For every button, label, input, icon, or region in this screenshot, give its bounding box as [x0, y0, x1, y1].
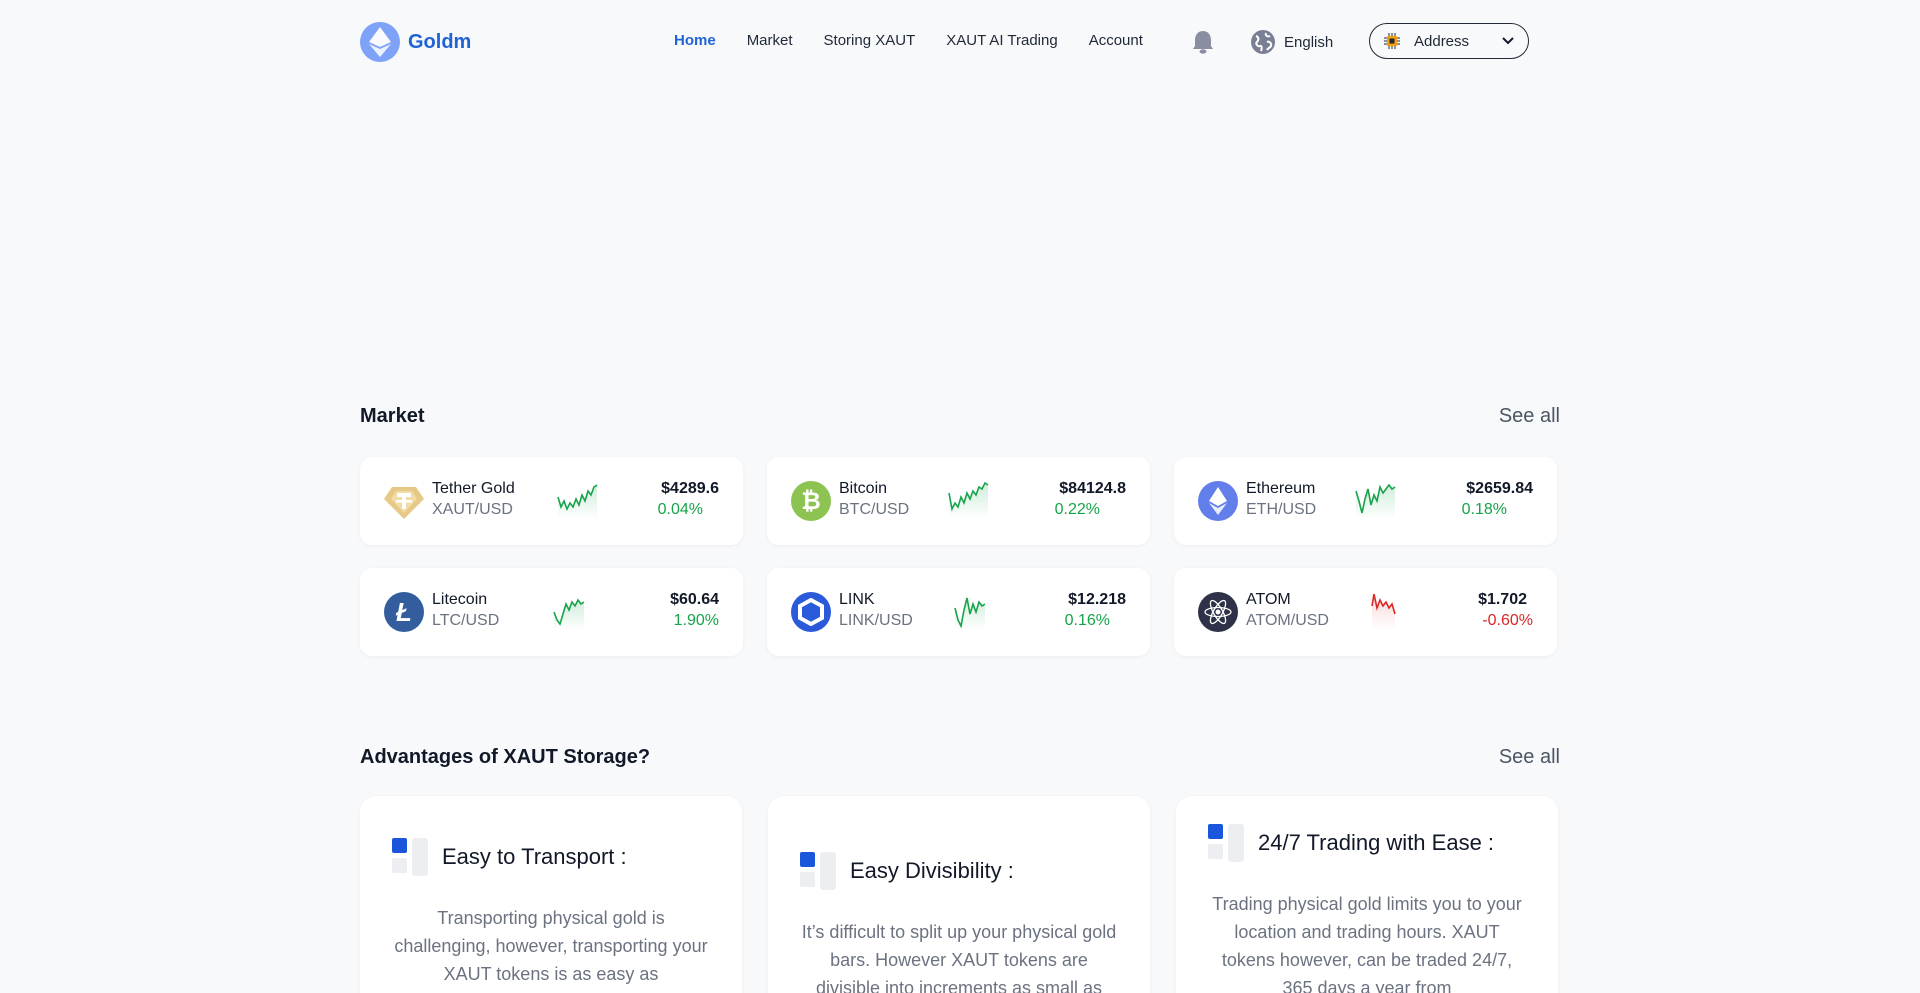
- sparkline-chart: [553, 598, 585, 630]
- ethereum-logo-icon: [360, 22, 400, 62]
- advantages-title: Advantages of XAUT Storage?: [360, 746, 651, 768]
- globe-icon: [1251, 30, 1275, 54]
- blocks-icon: [392, 838, 428, 876]
- market-card-atom[interactable]: ATOM ATOM/USD $1.702 -0.60%: [1174, 568, 1557, 656]
- sparkline-chart: [954, 597, 986, 630]
- advantage-card-trading: 24/7 Trading with Ease : Trading physica…: [1176, 796, 1558, 993]
- coin-name: LINK: [839, 591, 875, 608]
- advantage-description: Transporting physical gold is challengin…: [394, 908, 708, 984]
- bitcoin-icon: ₿: [791, 481, 831, 521]
- coin-price: $1.702: [1478, 591, 1527, 608]
- coin-pair: ETH/USD: [1246, 501, 1317, 518]
- main-nav: Home Market Storing XAUT XAUT AI Trading…: [674, 32, 1143, 49]
- coin-pair: LTC/USD: [432, 612, 500, 629]
- address-label: Address: [1414, 32, 1470, 50]
- advantages-see-all-link[interactable]: See all: [1499, 746, 1560, 769]
- coin-pair: LINK/USD: [839, 612, 913, 629]
- coin-name: Litecoin: [432, 591, 488, 608]
- address-button[interactable]: Address: [1369, 23, 1529, 59]
- advantage-title: Easy to Transport :: [442, 844, 627, 869]
- cosmos-atom-icon: [1198, 592, 1238, 632]
- coin-pair: ATOM/USD: [1246, 612, 1329, 629]
- coin-price: $4289.6: [661, 480, 719, 497]
- coin-name: Bitcoin: [839, 480, 888, 497]
- nav-market[interactable]: Market: [747, 32, 793, 49]
- coin-pair: BTC/USD: [839, 501, 910, 518]
- tether-gold-icon: [384, 481, 424, 521]
- blocks-icon: [1208, 824, 1244, 862]
- litecoin-icon: Ł: [384, 592, 424, 632]
- market-card-eth[interactable]: Ethereum ETH/USD $2659.84 0.18%: [1174, 457, 1557, 545]
- coin-name: Ethereum: [1246, 480, 1316, 497]
- coin-change: 1.90%: [673, 612, 719, 629]
- brand-name: Goldm: [408, 30, 472, 53]
- ethereum-icon: [1198, 481, 1238, 521]
- market-card-ltc[interactable]: Ł Litecoin LTC/USD $60.64 1.90%: [360, 568, 743, 656]
- coin-price: $12.218: [1068, 591, 1126, 608]
- coin-name: Tether Gold: [432, 480, 515, 497]
- market-card-link[interactable]: LINK LINK/USD $12.218 0.16%: [767, 568, 1150, 656]
- coin-pair: XAUT/USD: [432, 501, 513, 518]
- coin-change: -0.60%: [1482, 612, 1533, 629]
- blocks-icon: [800, 852, 836, 890]
- chainlink-icon: [791, 592, 831, 632]
- top-header: Goldm Home Market Storing XAUT XAUT AI T…: [360, 22, 1560, 62]
- market-see-all-link[interactable]: See all: [1499, 405, 1560, 428]
- market-title: Market: [360, 405, 425, 427]
- advantage-card-transport: Easy to Transport : Transporting physica…: [360, 796, 742, 993]
- sparkline-chart: [557, 484, 598, 519]
- language-selector[interactable]: English: [1250, 29, 1333, 55]
- sparkline-chart: [1355, 483, 1396, 519]
- coin-change: 0.04%: [657, 501, 703, 518]
- nav-xaut-ai-trading[interactable]: XAUT AI Trading: [946, 32, 1057, 49]
- coin-change: 0.18%: [1461, 501, 1507, 518]
- brand-logo[interactable]: Goldm: [360, 22, 471, 62]
- advantage-title: Easy Divisibility :: [850, 858, 1014, 883]
- nav-storing-xaut[interactable]: Storing XAUT: [824, 32, 916, 49]
- chip-icon: [1384, 33, 1400, 49]
- nav-home[interactable]: Home: [674, 32, 716, 49]
- market-card-xaut[interactable]: Tether Gold XAUT/USD $4289.6 0.04%: [360, 457, 743, 545]
- coin-price: $2659.84: [1466, 480, 1533, 497]
- sparkline-chart: [948, 481, 989, 519]
- nav-account[interactable]: Account: [1089, 32, 1143, 49]
- coin-price: $84124.8: [1059, 480, 1126, 497]
- bell-icon[interactable]: [1190, 29, 1216, 55]
- coin-change: 0.16%: [1064, 612, 1110, 629]
- advantage-card-divisibility: Easy Divisibility : It’s difficult to sp…: [768, 796, 1150, 993]
- advantage-description: It’s difficult to split up your physical…: [801, 922, 1117, 993]
- market-card-btc[interactable]: ₿ Bitcoin BTC/USD $84124.8 0.22%: [767, 457, 1150, 545]
- advantage-description: Trading physical gold limits you to your…: [1212, 894, 1522, 993]
- coin-change: 0.22%: [1054, 501, 1100, 518]
- sparkline-chart: [1371, 593, 1396, 630]
- language-label: English: [1284, 33, 1334, 51]
- chevron-down-icon: [1502, 37, 1514, 45]
- coin-name: ATOM: [1246, 591, 1291, 608]
- coin-price: $60.64: [670, 591, 719, 608]
- advantage-title: 24/7 Trading with Ease :: [1258, 830, 1495, 855]
